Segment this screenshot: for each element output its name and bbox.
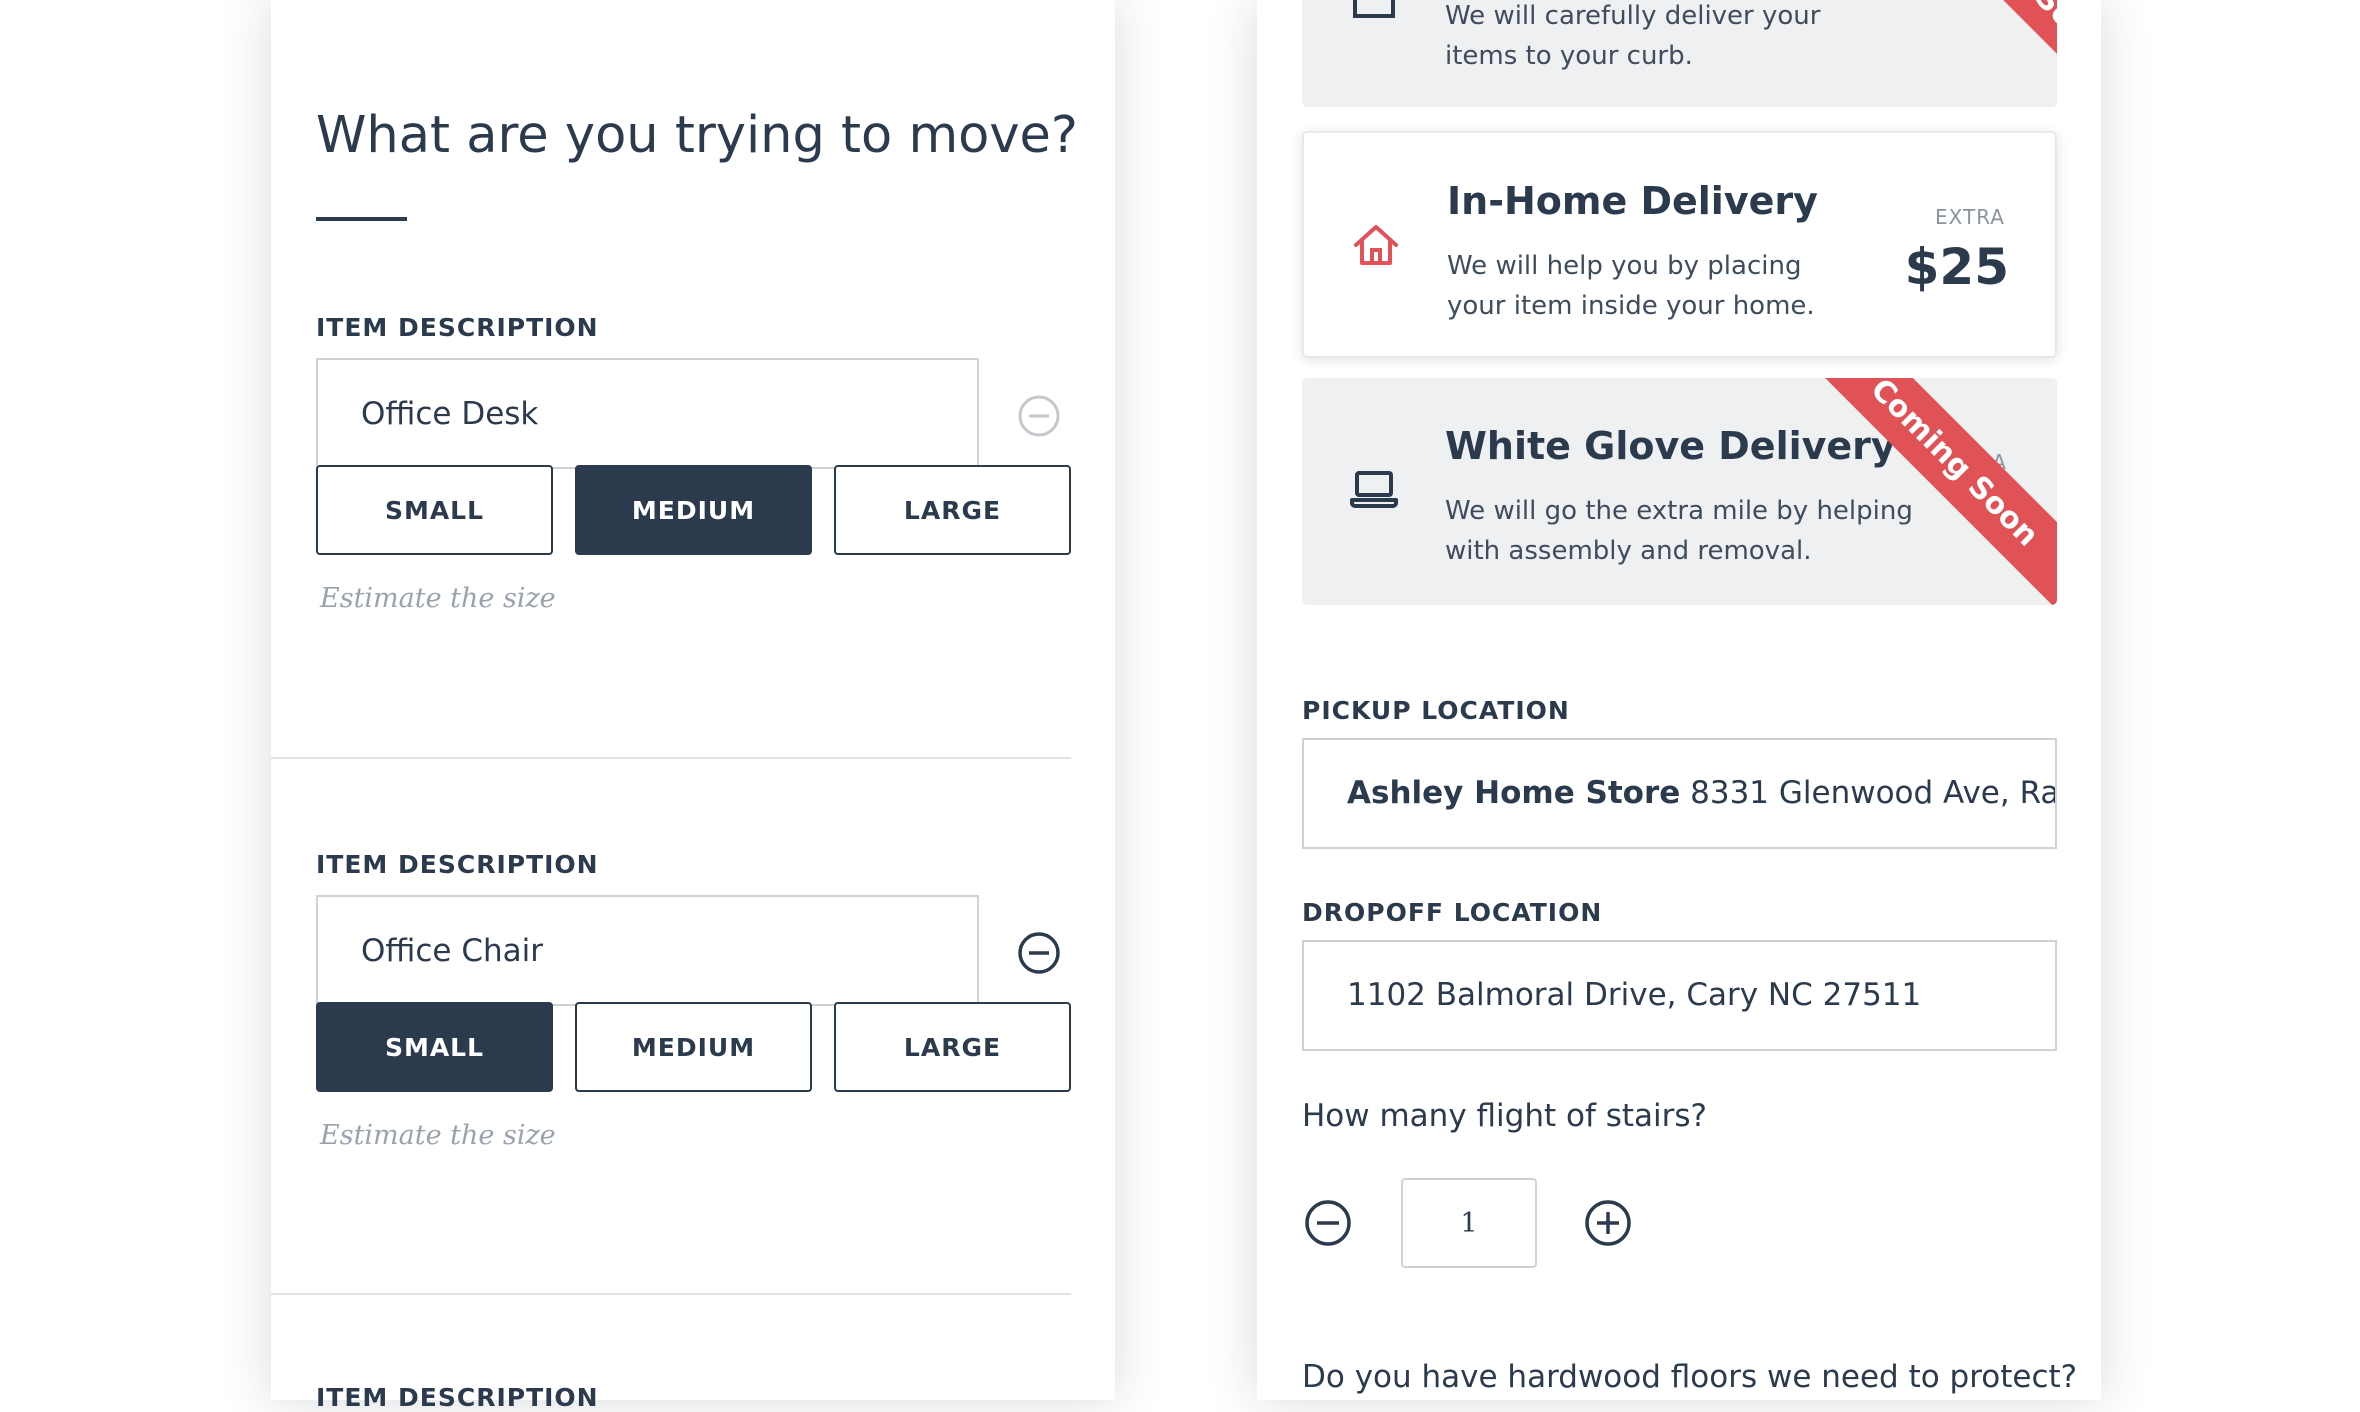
size-small-button[interactable]: SMALL	[316, 1002, 553, 1092]
size-large-button[interactable]: LARGE	[834, 465, 1071, 555]
option-price: $25	[1904, 238, 2009, 296]
item-description-input[interactable]	[316, 895, 979, 1006]
pickup-store-name: Ashley Home Store	[1347, 775, 1681, 811]
item-description-label: ITEM DESCRIPTION	[316, 1383, 599, 1412]
size-hint: Estimate the size	[320, 1120, 556, 1151]
laptop-icon	[1350, 471, 1398, 508]
pickup-address: 8331 Glenwood Ave, Ra...	[1690, 775, 2057, 811]
extra-label: EXTRA	[1935, 205, 2005, 229]
title-underline	[316, 217, 407, 221]
option-description: We will go the extra mile by helping wit…	[1445, 496, 1913, 566]
pickup-location-field[interactable]: Ashley Home Store 8331 Glenwood Ave, Ra.…	[1302, 738, 2057, 849]
remove-item-icon	[1018, 395, 1060, 437]
dropoff-location-field[interactable]: 1102 Balmoral Drive, Cary NC 27511	[1302, 940, 2057, 1051]
increment-stairs-icon[interactable]	[1583, 1198, 1633, 1248]
item-entry: ITEM DESCRIPTION SMALL MEDIUM LARGE Esti…	[316, 308, 1071, 648]
item-divider	[271, 757, 1071, 759]
item-form-panel: What are you trying to move? ITEM DESCRI…	[271, 0, 1115, 1412]
pickup-location-label: PICKUP LOCATION	[1302, 696, 1570, 725]
dropoff-location-label: DROPOFF LOCATION	[1302, 898, 1603, 927]
item-divider	[271, 1293, 1071, 1295]
item-description-label: ITEM DESCRIPTION	[316, 313, 599, 342]
delivery-option-in-home[interactable]: In-Home Delivery We will help you by pla…	[1302, 131, 2057, 358]
item-description-input[interactable]	[316, 358, 979, 469]
home-icon	[1354, 225, 1398, 265]
option-title: White Glove Delivery	[1445, 424, 1896, 468]
stairs-question: How many flight of stairs?	[1302, 1098, 1707, 1134]
size-medium-button[interactable]: MEDIUM	[575, 465, 812, 555]
delivery-option-white-glove: White Glove Delivery We will go the extr…	[1302, 378, 2057, 605]
delivery-options-panel: We will carefully deliver your items to …	[1257, 0, 2101, 1400]
remove-item-icon[interactable]	[1016, 930, 1062, 976]
size-large-button[interactable]: LARGE	[834, 1002, 1071, 1092]
page-title: What are you trying to move?	[316, 106, 1078, 165]
option-title: In-Home Delivery	[1447, 179, 1818, 223]
box-icon	[1353, 0, 1395, 18]
option-description: We will help you by placing your item in…	[1447, 251, 1815, 321]
coming-soon-ribbon: Coming Soon	[1850, 0, 2057, 107]
stairs-count-input[interactable]	[1401, 1178, 1537, 1268]
delivery-option-curbside: We will carefully deliver your items to …	[1302, 0, 2057, 107]
option-description: We will carefully deliver your items to …	[1445, 1, 1821, 71]
decrement-stairs-icon[interactable]	[1303, 1198, 1353, 1248]
item-entry: ITEM DESCRIPTION SMALL MEDIUM LARGE Esti…	[316, 845, 1071, 1185]
size-small-button[interactable]: SMALL	[316, 465, 553, 555]
size-medium-button[interactable]: MEDIUM	[575, 1002, 812, 1092]
size-hint: Estimate the size	[320, 583, 556, 614]
item-description-label: ITEM DESCRIPTION	[316, 850, 599, 879]
hardwood-floors-question: Do you have hardwood floors we need to p…	[1302, 1359, 2078, 1395]
